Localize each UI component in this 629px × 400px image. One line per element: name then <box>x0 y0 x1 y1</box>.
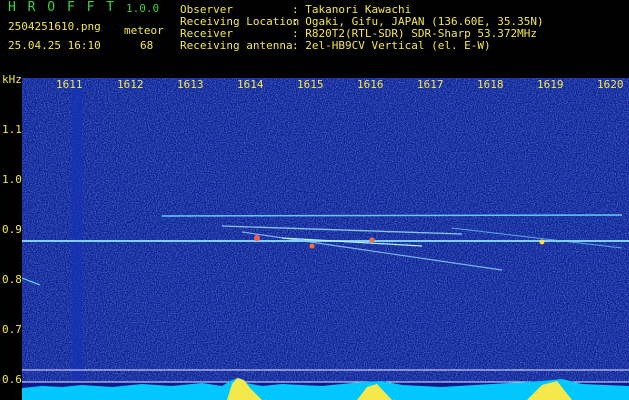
y-tick-label: 0.6 <box>2 373 22 386</box>
y-tick-label: 0.8 <box>2 273 22 286</box>
detection-label: meteor <box>124 24 164 37</box>
spectrogram <box>22 78 629 400</box>
meteor-head-4 <box>539 239 545 245</box>
x-tick-label: 1616 <box>357 78 384 91</box>
date-time: 25.04.25 16:10 <box>8 39 101 52</box>
app-version: 1.0.0 <box>126 2 160 15</box>
noise-band <box>72 78 82 382</box>
x-tick-label: 1614 <box>237 78 264 91</box>
antenna-value: : 2el-HB9CV Vertical (el. E-W) <box>292 39 491 52</box>
y-tick-label: 0.9 <box>2 223 22 236</box>
app-title: H R O F F T <box>8 0 117 15</box>
x-tick-label: 1620 <box>597 78 624 91</box>
antenna-label: Receiving antenna <box>180 39 293 52</box>
y-tick-label: 1.0 <box>2 173 22 186</box>
x-tick-label: 1617 <box>417 78 444 91</box>
meteor-trail-1 <box>161 214 623 217</box>
x-tick-label: 1612 <box>117 78 144 91</box>
x-tick-label: 1615 <box>297 78 324 91</box>
meteor-head-1 <box>254 235 260 241</box>
header-panel: H R O F F T 1.0.0 2504251610.png meteor … <box>0 0 629 76</box>
x-tick-label: 1619 <box>537 78 564 91</box>
y-unit-label: kHz <box>2 73 22 86</box>
meteor-head-2 <box>309 243 315 249</box>
meteor-head-3 <box>369 237 375 243</box>
y-tick-label: 0.7 <box>2 323 22 336</box>
y-tick-label: 1.1 <box>2 123 22 136</box>
detection-count: 68 <box>140 39 154 52</box>
x-tick-label: 1613 <box>177 78 204 91</box>
file-name: 2504251610.png <box>8 20 101 33</box>
x-tick-label: 1611 <box>56 78 83 91</box>
x-tick-label: 1618 <box>477 78 504 91</box>
